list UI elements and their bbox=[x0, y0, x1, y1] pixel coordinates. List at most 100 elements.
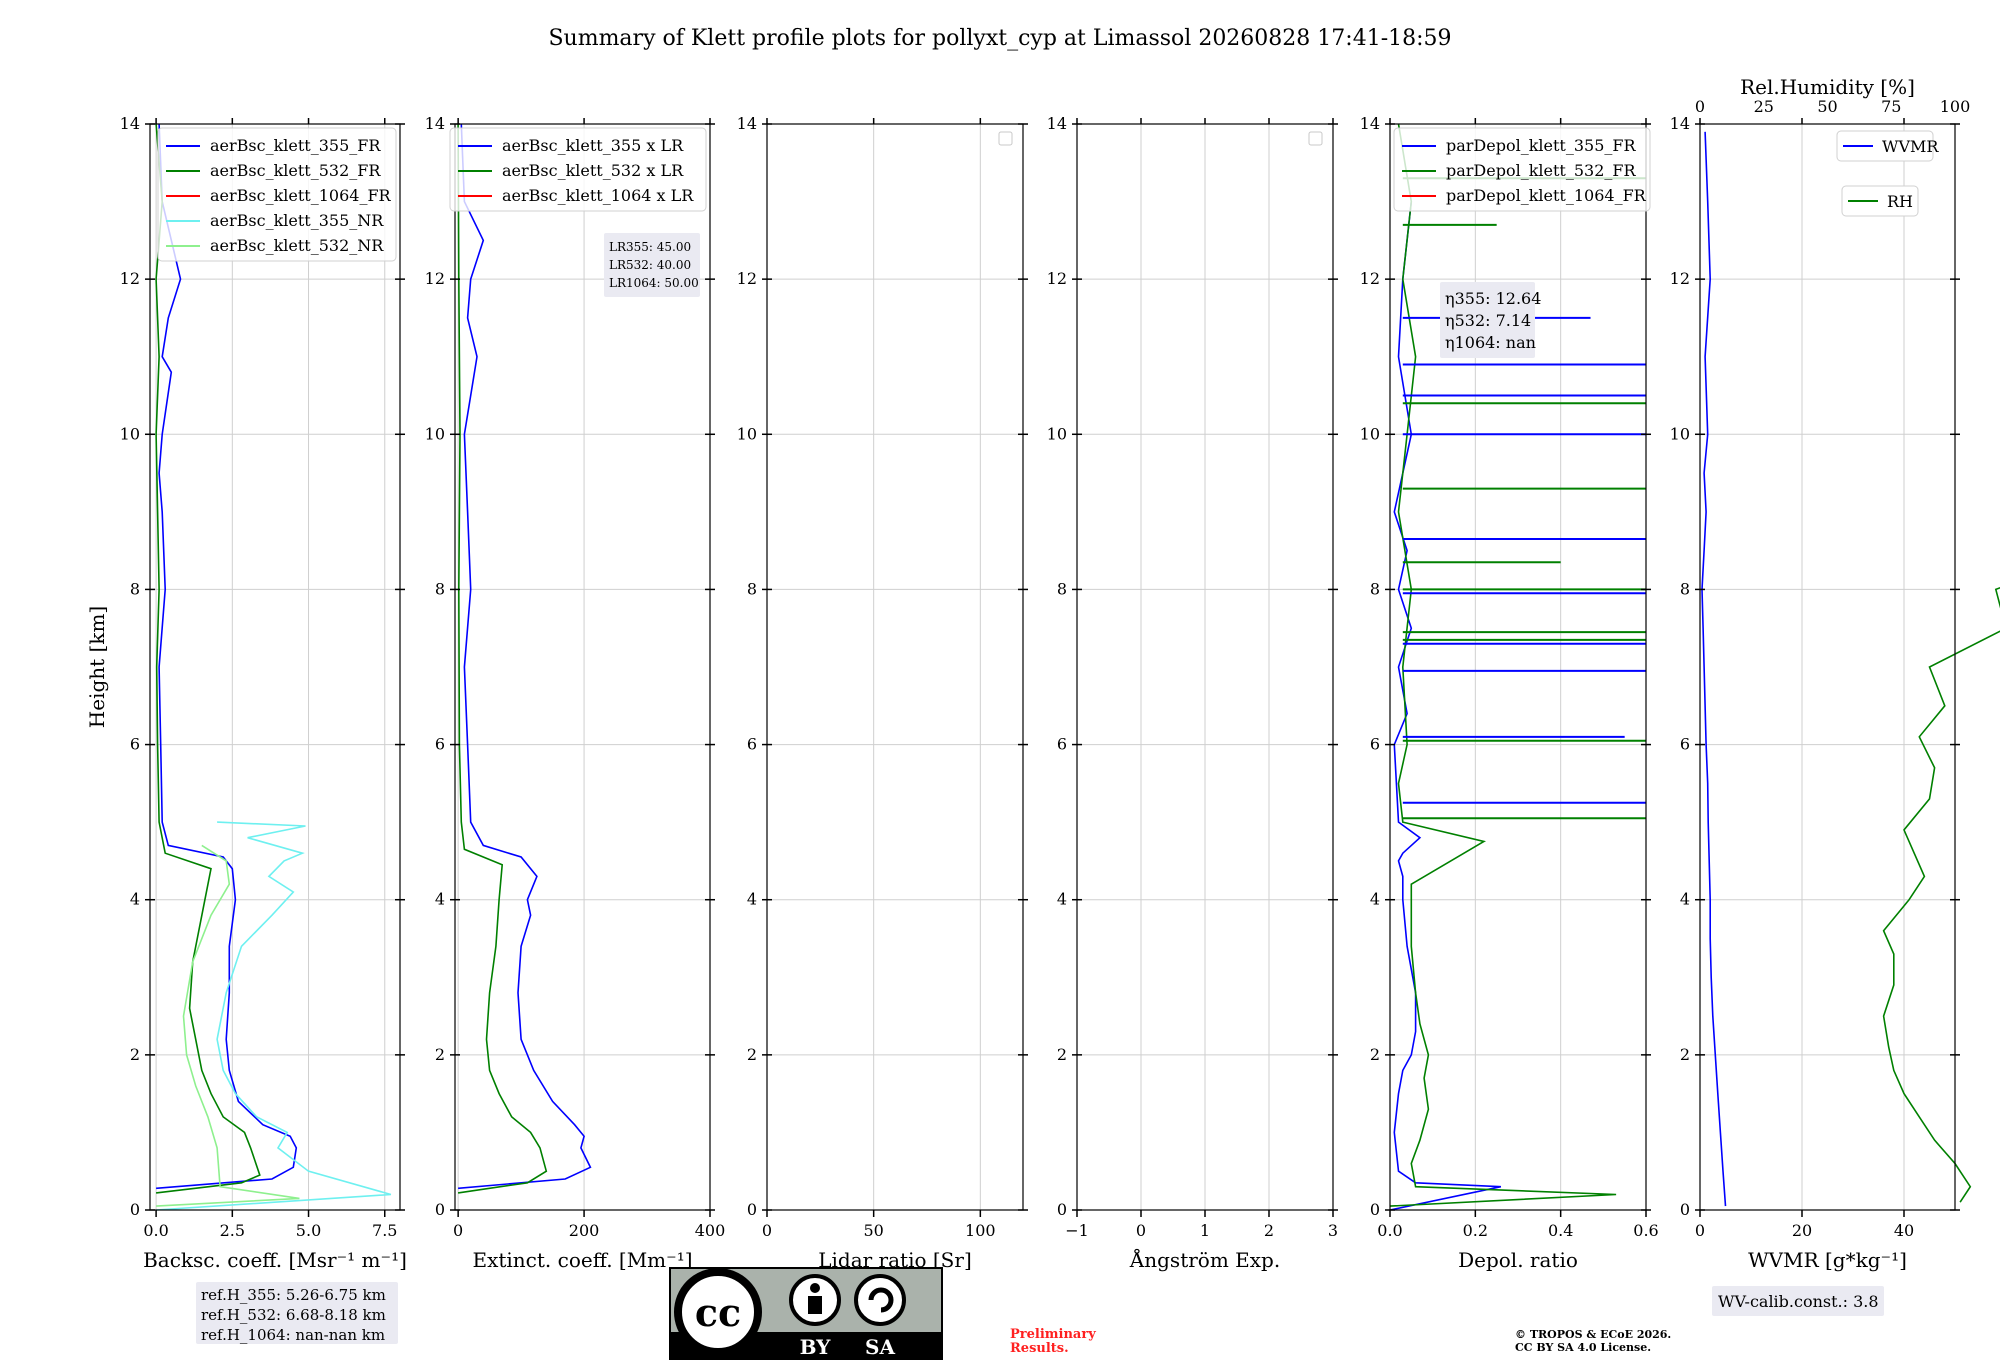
series-line bbox=[1701, 131, 1727, 1207]
x-tick-label: 5.0 bbox=[296, 1221, 321, 1240]
rh-tick-label: 100 bbox=[1940, 97, 1971, 116]
x-tick-label: 100 bbox=[965, 1221, 996, 1240]
ref-1064: ref.H_1064: nan-nan km bbox=[201, 1326, 385, 1344]
y-tick-label: 2 bbox=[1680, 1045, 1690, 1064]
y-tick-label: 8 bbox=[1680, 579, 1690, 598]
legend-rh: RH bbox=[1841, 185, 1919, 217]
y-tick-label: 12 bbox=[120, 269, 140, 288]
legend-label: aerBsc_klett_355_NR bbox=[210, 211, 384, 230]
axes-frame bbox=[1699, 123, 1956, 1211]
y-tick-label: 0 bbox=[747, 1200, 757, 1219]
legend: aerBsc_klett_355_FR aerBsc_klett_532_FRae… bbox=[157, 127, 397, 262]
y-tick-label: 0 bbox=[435, 1200, 445, 1219]
panel-4: 02468101214−1 0 1 2 3Ångström Exp. bbox=[1047, 114, 1338, 1272]
x-tick-label: 2.5 bbox=[220, 1221, 245, 1240]
axes-frame bbox=[149, 123, 401, 1211]
x-tick-label: 0.6 bbox=[1633, 1221, 1658, 1240]
x-tick-label: 200 bbox=[569, 1221, 600, 1240]
rh-tick-label: 25 bbox=[1754, 97, 1774, 116]
legend-label: aerBsc_klett_355 x LR bbox=[502, 136, 684, 155]
annotation-line: η532: 7.14 bbox=[1445, 311, 1531, 330]
annotation-line: LR532: 40.00 bbox=[609, 258, 691, 272]
legend-label: aerBsc_klett_1064 x LR bbox=[502, 186, 694, 205]
axes-frame bbox=[766, 123, 1024, 1211]
legend: parDepol_klett_355_FR parDepol_klett_532_… bbox=[1393, 127, 1651, 212]
legend-label: RH bbox=[1887, 192, 1913, 211]
empty-legend-box bbox=[1308, 131, 1323, 146]
y-tick-label: 0 bbox=[1370, 1200, 1380, 1219]
lr-annotation: LR355: 45.00 LR532: 40.00 LR1064: 50.00 bbox=[604, 233, 700, 297]
y-tick-label: 14 bbox=[1047, 114, 1067, 133]
y-tick-label: 10 bbox=[425, 424, 445, 443]
y-tick-label: 0 bbox=[130, 1200, 140, 1219]
y-tick-label: 10 bbox=[120, 424, 140, 443]
y-axis-label: Height [km] bbox=[85, 606, 109, 728]
rh-tick-label: 75 bbox=[1881, 97, 1901, 116]
annotation-line: LR355: 45.00 bbox=[609, 240, 691, 254]
x-tick-label: 7.5 bbox=[372, 1221, 397, 1240]
preliminary-line-2: Results. bbox=[1010, 1341, 1069, 1356]
y-tick-label: 8 bbox=[130, 579, 140, 598]
x-tick-label: −1 bbox=[1065, 1221, 1089, 1240]
series-line bbox=[1882, 586, 2000, 1203]
lr-annotation: η355: 12.64 η532: 7.14 η1064: nan bbox=[1440, 282, 1541, 358]
legend-label: WVMR bbox=[1882, 137, 1939, 156]
annotation-line: η1064: nan bbox=[1445, 333, 1536, 352]
y-tick-label: 12 bbox=[1047, 269, 1067, 288]
legend-label: parDepol_klett_1064_FR bbox=[1446, 186, 1647, 205]
y-tick-label: 14 bbox=[1670, 114, 1690, 133]
series-line bbox=[458, 123, 592, 1190]
y-tick-label: 0 bbox=[1057, 1200, 1067, 1219]
y-tick-label: 14 bbox=[737, 114, 757, 133]
badge-by-label: BY bbox=[800, 1335, 832, 1359]
cc-logo-icon: cc bbox=[674, 1268, 762, 1356]
figure-title: Summary of Klett profile plots for polly… bbox=[548, 26, 1451, 51]
x-axis-label: WVMR [g*kg⁻¹] bbox=[1748, 1248, 1907, 1272]
legend: aerBsc_klett_355 x LR aerBsc_klett_532 x … bbox=[449, 127, 707, 212]
y-tick-label: 6 bbox=[435, 735, 445, 754]
y-tick-label: 8 bbox=[747, 579, 757, 598]
y-tick-label: 14 bbox=[425, 114, 445, 133]
y-tick-label: 2 bbox=[747, 1045, 757, 1064]
wv-calib-annotation: WV-calib.const.: 3.8 bbox=[1712, 1286, 1884, 1316]
badge-sa-label: SA bbox=[865, 1335, 895, 1359]
y-tick-label: 12 bbox=[1670, 269, 1690, 288]
annotation-line: WV-calib.const.: 3.8 bbox=[1718, 1292, 1879, 1311]
x-axis-label: Depol. ratio bbox=[1458, 1248, 1578, 1272]
series-line bbox=[155, 123, 261, 1194]
person-icon bbox=[789, 1274, 841, 1326]
x-tick-label: 0.4 bbox=[1548, 1221, 1573, 1240]
x-tick-label: 0 bbox=[1136, 1221, 1146, 1240]
x-tick-label: 3 bbox=[1328, 1221, 1338, 1240]
y-tick-label: 12 bbox=[425, 269, 445, 288]
x-axis-label: Extinct. coeff. [Mm⁻¹] bbox=[472, 1248, 692, 1272]
x-tick-label: 0.0 bbox=[1377, 1221, 1402, 1240]
y-tick-label: 4 bbox=[1680, 890, 1690, 909]
y-tick-label: 2 bbox=[1057, 1045, 1067, 1064]
y-tick-label: 10 bbox=[1670, 424, 1690, 443]
annotation-line: LR1064: 50.00 bbox=[609, 276, 699, 290]
reference-heights-box: ref.H_355: 5.26-6.75 km ref.H_532: 6.68-… bbox=[196, 1282, 398, 1344]
panel-1: 0 2 4 6 8 10 12 14 0.0 2.5 5.0 7.5 Backsc. coeff. [M… bbox=[85, 114, 407, 1272]
x-tick-label: 1 bbox=[1200, 1221, 1210, 1240]
x-axis-label: Backsc. coeff. [Msr⁻¹ m⁻¹] bbox=[143, 1248, 407, 1272]
y-tick-label: 4 bbox=[1057, 890, 1067, 909]
x-tick-label: 0 bbox=[1695, 1221, 1705, 1240]
legend-label: parDepol_klett_532_FR bbox=[1446, 161, 1637, 180]
rh-tick-label: 0 bbox=[1695, 97, 1705, 116]
ref-355: ref.H_355: 5.26-6.75 km bbox=[201, 1286, 386, 1304]
rh-axis-label: Rel.Humidity [%] bbox=[1740, 75, 1915, 99]
legend-label: aerBsc_klett_532_FR bbox=[210, 161, 381, 180]
y-tick-label: 2 bbox=[435, 1045, 445, 1064]
panel-3: 024681012140 50 100Lidar ratio [Sr] bbox=[737, 114, 1028, 1272]
cc-by-sa-badge: cc BY SA bbox=[669, 1267, 943, 1360]
ref-532: ref.H_532: 6.68-8.18 km bbox=[201, 1306, 386, 1324]
y-tick-label: 6 bbox=[1680, 735, 1690, 754]
x-tick-label: 20 bbox=[1792, 1221, 1812, 1240]
panel-2: 0 2 4 6 8 10 12 14 0 200 400Extinct. coeff. [Mm⁻¹]… bbox=[425, 114, 726, 1272]
svg-text:cc: cc bbox=[695, 1290, 741, 1335]
legend-label: parDepol_klett_355_FR bbox=[1446, 136, 1637, 155]
y-tick-label: 8 bbox=[1370, 579, 1380, 598]
y-tick-label: 8 bbox=[1057, 579, 1067, 598]
y-tick-label: 6 bbox=[1370, 735, 1380, 754]
